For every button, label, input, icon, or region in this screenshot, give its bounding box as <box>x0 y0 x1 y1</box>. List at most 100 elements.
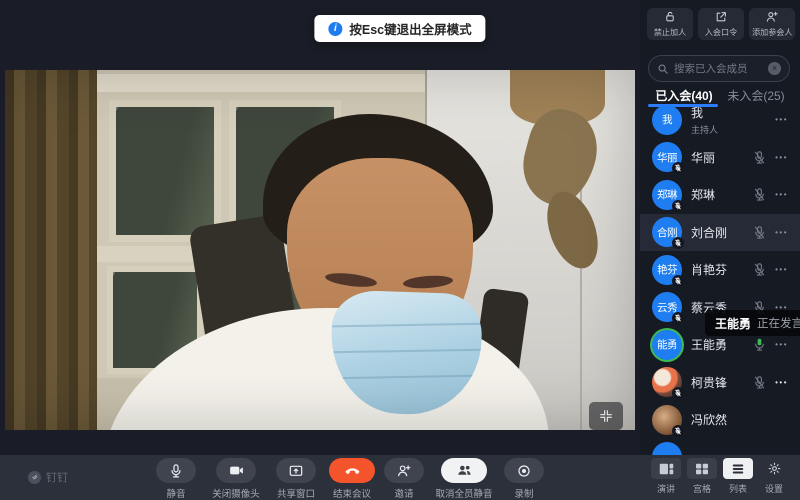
view-switcher: 演讲 宫格 <box>648 458 792 495</box>
video-bg-curtain <box>5 70 97 430</box>
avatar-photo <box>652 405 682 435</box>
speaker-name: 王能勇 <box>715 315 751 332</box>
avatar <box>652 442 682 455</box>
list-view-icon <box>731 463 745 475</box>
brand-name: 钉钉 <box>46 469 68 485</box>
end-meeting-button[interactable]: 结束会议 <box>324 458 380 500</box>
bottom-toolbar: 钉钉 静音 关闭摄像头 <box>0 455 800 500</box>
participant-name: 肖艳芬 <box>691 261 727 278</box>
invite-button[interactable]: 邀请 <box>380 458 428 500</box>
exit-fullscreen-button[interactable] <box>589 402 623 430</box>
avatar: 合刚 <box>652 217 682 247</box>
avatar-muted-badge <box>672 425 684 437</box>
view-grid-button[interactable]: 宫格 <box>684 458 720 495</box>
hangup-icon <box>344 462 361 479</box>
more-button[interactable]: ••• <box>775 115 788 124</box>
participant-row[interactable]: 郑琳 郑琳 ••• <box>640 176 800 214</box>
more-button[interactable]: ••• <box>775 228 788 237</box>
record-icon <box>516 463 532 479</box>
search-icon <box>657 63 669 75</box>
grid-view-icon <box>695 463 709 475</box>
avatar-photo <box>652 367 682 397</box>
share-window-button[interactable]: 共享窗口 <box>268 458 324 500</box>
participant-row-partial[interactable] <box>640 439 800 456</box>
person-add-icon <box>765 10 779 24</box>
mic-muted-icon[interactable] <box>752 375 767 390</box>
add-participant-button[interactable]: 添加参会人 <box>749 8 795 40</box>
settings-button[interactable]: 设置 <box>756 458 792 495</box>
invite-icon <box>396 463 412 479</box>
more-button[interactable]: ••• <box>775 378 788 387</box>
participant-name: 冯欣然 <box>691 411 727 428</box>
view-speaker-button[interactable]: 演讲 <box>648 458 684 495</box>
participant-name: 华丽 <box>691 149 715 166</box>
search-input[interactable] <box>674 63 763 75</box>
participants-panel: 禁止加人 入会口令 添 <box>640 0 800 455</box>
participant-name: 柯贵锋 <box>691 374 727 391</box>
participant-name: 刘合刚 <box>691 224 727 241</box>
gear-icon <box>767 461 782 476</box>
avatar-initials: 我 <box>662 112 672 127</box>
search-box[interactable]: × <box>648 55 790 82</box>
avatar-speaking: 能勇 <box>652 330 682 360</box>
view-list-button[interactable]: 列表 <box>720 458 756 495</box>
app-brand: 钉钉 <box>28 469 68 485</box>
avatar: 郑琳 <box>652 180 682 210</box>
action-label: 禁止加人 <box>654 26 686 37</box>
speaking-toast: 王能勇 正在发言 <box>705 310 800 336</box>
passcode-icon <box>714 10 728 24</box>
participant-row[interactable]: 华丽 华丽 ••• <box>640 139 800 177</box>
panel-actions: 禁止加人 入会口令 添 <box>647 8 795 40</box>
participant-row-me[interactable]: 我 我 主持人 ••• <box>640 101 800 139</box>
mic-active-icon[interactable] <box>752 337 767 352</box>
avatar-muted-badge <box>672 200 684 212</box>
collapse-icon <box>598 408 614 424</box>
avatar: 华丽 <box>652 142 682 172</box>
mute-button[interactable]: 静音 <box>148 458 204 500</box>
clear-search-icon[interactable]: × <box>768 62 781 75</box>
unmute-all-button[interactable]: 取消全员静音 <box>428 458 500 500</box>
avatar-initials: 能勇 <box>657 337 677 352</box>
mic-muted-icon[interactable] <box>752 225 767 240</box>
participant-row-highlighted[interactable]: 合刚 刘合刚 ••• <box>640 214 800 252</box>
more-button[interactable]: ••• <box>775 190 788 199</box>
dingtalk-logo-icon <box>28 471 41 484</box>
forbid-join-button[interactable]: 禁止加人 <box>647 8 693 40</box>
participant-row[interactable]: 艳芬 肖艳芬 ••• <box>640 251 800 289</box>
speaker-status: 正在发言 <box>757 315 800 331</box>
camera-off-button[interactable]: 关闭摄像头 <box>204 458 268 500</box>
more-button[interactable]: ••• <box>775 265 788 274</box>
participant-row[interactable]: 冯欣然 <box>640 401 800 439</box>
mic-icon <box>168 463 184 479</box>
more-button[interactable]: ••• <box>775 153 788 162</box>
mic-muted-icon[interactable] <box>752 150 767 165</box>
record-button[interactable]: 录制 <box>500 458 548 500</box>
meeting-passcode-button[interactable]: 入会口令 <box>698 8 744 40</box>
participant-role: 主持人 <box>691 123 718 136</box>
meeting-window: i 按Esc键退出全屏模式 <box>0 0 800 500</box>
unlock-icon <box>663 10 677 24</box>
avatar: 艳芬 <box>652 255 682 285</box>
action-label: 添加参会人 <box>752 26 792 37</box>
avatar-muted-badge <box>672 387 684 399</box>
avatar-muted-badge <box>672 275 684 287</box>
avatar-muted-badge <box>672 312 684 324</box>
banner-text: 按Esc键退出全屏模式 <box>349 19 471 38</box>
esc-fullscreen-banner: i 按Esc键退出全屏模式 <box>314 15 485 42</box>
participant-list: 我 我 主持人 ••• 华丽 华丽 ••• <box>640 101 800 455</box>
avatar: 我 <box>652 105 682 135</box>
meeting-controls: 静音 关闭摄像头 共享窗口 <box>148 458 548 500</box>
more-button[interactable]: ••• <box>775 340 788 349</box>
participant-name: 王能勇 <box>691 336 727 353</box>
action-label: 入会口令 <box>705 26 737 37</box>
mic-muted-icon[interactable] <box>752 187 767 202</box>
participant-name: 郑琳 <box>691 186 715 203</box>
info-icon: i <box>328 22 342 36</box>
mic-muted-icon[interactable] <box>752 262 767 277</box>
avatar-muted-badge <box>672 237 684 249</box>
share-window-icon <box>288 463 304 479</box>
speaker-view-icon <box>659 463 674 475</box>
participant-row[interactable]: 柯贵锋 ••• <box>640 364 800 402</box>
camera-icon <box>228 462 245 479</box>
avatar: 云秀 <box>652 292 682 322</box>
